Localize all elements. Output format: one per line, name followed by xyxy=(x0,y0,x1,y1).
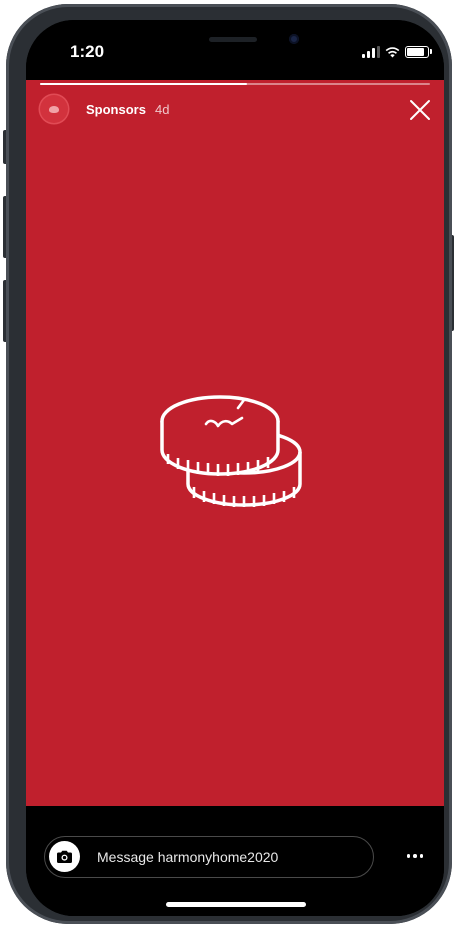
close-icon xyxy=(410,100,430,120)
message-input[interactable]: Message harmonyhome2020 xyxy=(44,836,374,878)
battery-level xyxy=(407,48,424,56)
cellular-signal-icon xyxy=(362,46,380,58)
coins-stack-icon xyxy=(160,395,302,507)
camera-button[interactable] xyxy=(49,841,80,872)
reply-bar: Message harmonyhome2020 xyxy=(26,806,444,916)
sponsor-name[interactable]: Sponsors xyxy=(86,102,146,117)
home-indicator[interactable] xyxy=(166,902,306,907)
story-progress-fill xyxy=(40,83,247,85)
story-header: Sponsors 4d xyxy=(40,94,169,124)
front-camera xyxy=(289,34,299,44)
avatar[interactable] xyxy=(40,95,68,123)
message-placeholder: Message harmonyhome2020 xyxy=(97,849,279,865)
more-horizontal-icon xyxy=(406,854,424,858)
story-view[interactable]: Sponsors 4d xyxy=(26,80,444,806)
camera-icon xyxy=(57,850,72,863)
notch xyxy=(129,20,337,62)
phone-screen: 1:20 Sponsors 4d Message harmonyhome2020 xyxy=(26,20,444,916)
more-options-button[interactable] xyxy=(400,846,430,866)
post-age: 4d xyxy=(154,101,170,117)
phone-frame: 1:20 Sponsors 4d Message harmonyhome2020 xyxy=(6,4,452,924)
status-time: 1:20 xyxy=(70,42,105,61)
avatar-image xyxy=(49,105,59,113)
wifi-icon xyxy=(385,47,400,58)
status-icons xyxy=(362,44,432,60)
close-button[interactable] xyxy=(408,98,432,122)
battery-icon xyxy=(405,46,432,58)
earpiece-speaker xyxy=(209,37,257,42)
story-progress-bar xyxy=(40,83,430,85)
